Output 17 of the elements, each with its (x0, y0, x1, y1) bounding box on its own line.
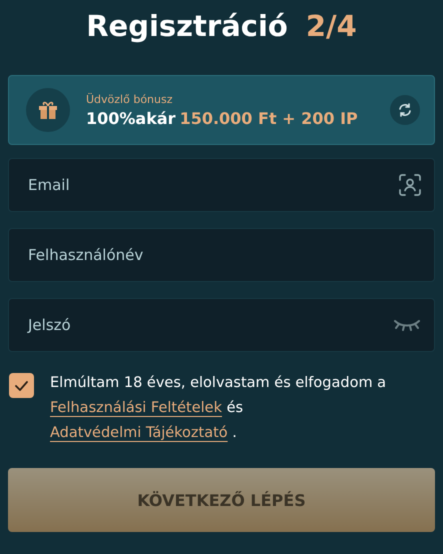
input-field[interactable]: Felhasználónév (8, 228, 435, 282)
refresh-button[interactable] (390, 95, 420, 125)
step-counter: 2/4 (306, 9, 357, 43)
gift-icon (26, 88, 70, 132)
refresh-icon (398, 103, 412, 117)
bonus-label: Üdvözlő bónusz (86, 92, 174, 106)
consent-checkbox[interactable] (9, 373, 34, 398)
terms-link[interactable]: Felhasználási Feltételek (50, 400, 222, 416)
input-field[interactable]: Email (8, 158, 435, 212)
consent-text: Elmúltam 18 éves, elolvastam és elfogadom a Felhasználási Feltételek és Adatvédelmi Tájékoztató . (50, 374, 388, 443)
input-field[interactable]: Jelszó (8, 298, 435, 352)
terms-link[interactable]: Adatvédelmi Tájékoztató (50, 425, 228, 441)
page-title: Regisztráció (86, 9, 288, 43)
user-scan-icon (399, 174, 421, 196)
check-icon (15, 380, 28, 390)
closed-eye-icon[interactable] (393, 319, 421, 331)
bonus-offer: 100%akár 150.000 Ft + 200 IP (86, 108, 359, 128)
